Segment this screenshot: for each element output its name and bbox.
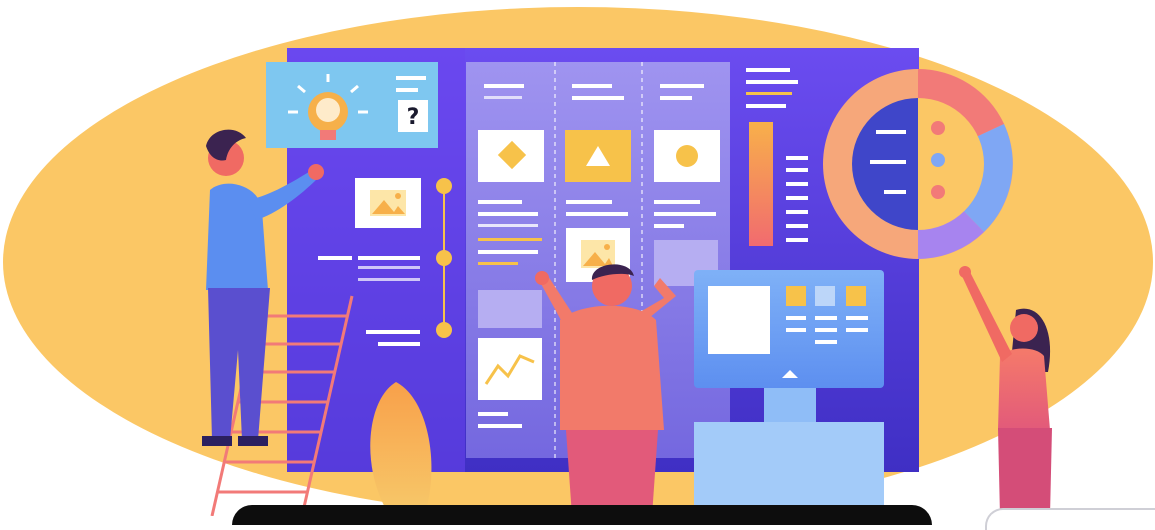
project-board-illustration: ? <box>3 7 1153 516</box>
bottom-outline-pill <box>985 508 1155 530</box>
card-line-chart <box>478 338 542 400</box>
card-placeholder-left <box>478 290 542 328</box>
question-mark: ? <box>407 105 420 130</box>
progress-bar <box>749 122 773 246</box>
image-icon <box>581 240 615 268</box>
illustration: ? <box>0 0 1155 516</box>
image-icon <box>370 190 406 216</box>
circle-icon <box>676 145 698 167</box>
bottom-dark-bar <box>232 505 932 525</box>
donut-chart-icon <box>823 69 1013 259</box>
